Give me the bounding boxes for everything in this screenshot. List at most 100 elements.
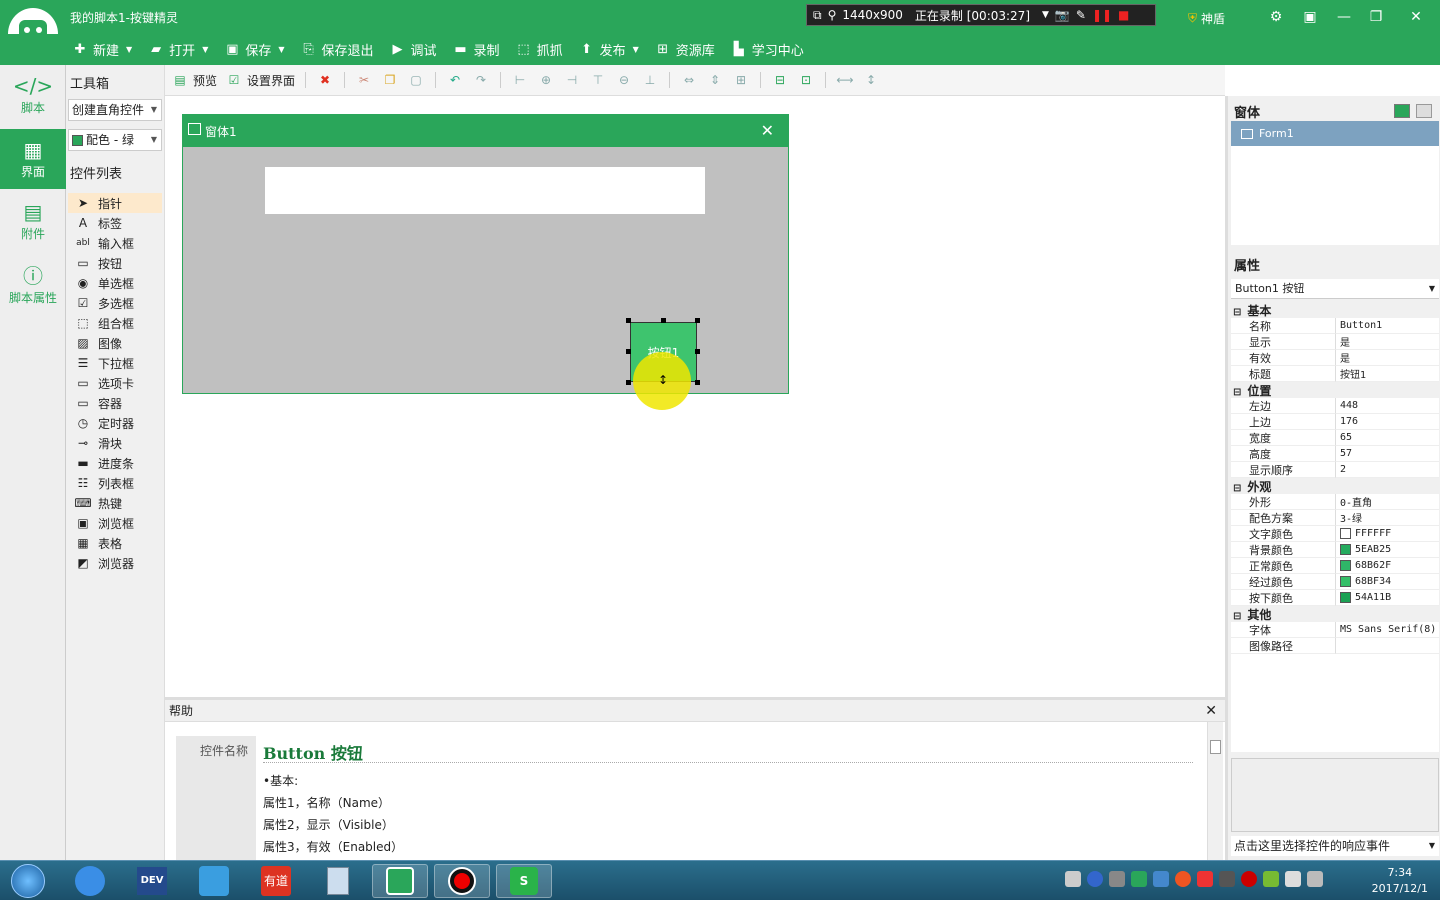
collapse-icon[interactable]: ⊟ [1233, 387, 1241, 398]
nvidia-icon[interactable] [1263, 871, 1279, 887]
control-item[interactable]: ▨ 图像 [68, 333, 162, 353]
space-h-icon[interactable]: ⟷ [836, 71, 854, 89]
resize-handle[interactable] [661, 318, 666, 323]
menu-resource[interactable]: ⊞ 资源库 [655, 40, 714, 59]
property-row[interactable]: 字体 MS Sans Serif(8) [1231, 622, 1439, 638]
network-icon[interactable] [1109, 871, 1125, 887]
delete-icon[interactable]: ✖ [316, 71, 334, 89]
property-row[interactable]: 背景颜色 5EAB25 [1231, 542, 1439, 558]
app-icon[interactable] [186, 864, 242, 898]
form-titlebar[interactable]: 窗体1 [183, 115, 788, 147]
devex-icon[interactable]: DEV [124, 864, 180, 898]
resize-handle[interactable] [626, 349, 631, 354]
align-top-icon[interactable]: ⊤ [589, 71, 607, 89]
box-icon[interactable] [1153, 871, 1169, 887]
property-value[interactable]: 68BF34 [1336, 574, 1439, 590]
dropdown-icon[interactable]: ▼ [1042, 10, 1049, 20]
control-item[interactable]: ⌨ 热键 [68, 493, 162, 513]
form-list-item[interactable]: Form1 [1231, 121, 1439, 146]
nav-ui[interactable]: ▦ 界面 [0, 129, 66, 189]
property-row[interactable]: 高度 57 [1231, 446, 1439, 462]
property-value[interactable]: 176 [1336, 414, 1439, 430]
collapse-icon[interactable]: ⊟ [1233, 483, 1241, 494]
settings-icon[interactable]: ⚙ [1263, 6, 1289, 28]
wps-icon[interactable]: S [496, 864, 552, 898]
redo-icon[interactable]: ↷ [472, 71, 490, 89]
property-row[interactable]: 文字颜色 FFFFFF [1231, 526, 1439, 542]
close-button[interactable]: ✕ [1403, 6, 1429, 28]
chrome-icon[interactable] [1175, 871, 1191, 887]
control-item[interactable]: abl 输入框 [68, 233, 162, 253]
same-width-icon[interactable]: ⇔ [680, 71, 698, 89]
control-item[interactable]: ▭ 选项卡 [68, 373, 162, 393]
control-item[interactable]: ◉ 单选框 [68, 273, 162, 293]
property-value[interactable]: Button1 [1336, 318, 1439, 334]
clock[interactable]: 7:34 2017/12/1 [1372, 865, 1428, 897]
property-row[interactable]: 左边 448 [1231, 398, 1439, 414]
same-size-icon[interactable]: ⊞ [732, 71, 750, 89]
monitor-icon[interactable] [1307, 871, 1323, 887]
paste-icon[interactable]: ▢ [407, 71, 425, 89]
control-item[interactable]: ◷ 定时器 [68, 413, 162, 433]
menu-publish[interactable]: ⬆ 发布 ▼ [579, 40, 639, 59]
resize-handle[interactable] [626, 318, 631, 323]
control-item[interactable]: ☰ 下拉框 [68, 353, 162, 373]
property-value[interactable]: 0-直角 [1336, 494, 1439, 510]
pause-icon[interactable]: ❚❚ [1092, 8, 1112, 22]
menu-learn[interactable]: ▙ 学习中心 [731, 40, 804, 59]
align-left-icon[interactable]: ⊢ [511, 71, 529, 89]
magnifier-icon[interactable]: ⚲ [828, 8, 837, 22]
resize-handle[interactable] [626, 380, 631, 385]
help-scrollbar[interactable] [1207, 722, 1223, 863]
help-close-icon[interactable]: ✕ [1205, 700, 1217, 722]
property-value[interactable]: 5EAB25 [1336, 542, 1439, 558]
property-row[interactable]: 标题 按钮1 [1231, 366, 1439, 382]
property-row[interactable]: 上边 176 [1231, 414, 1439, 430]
property-row[interactable]: 正常颜色 68B62F [1231, 558, 1439, 574]
skin-icon[interactable]: ▣ [1297, 6, 1323, 28]
start-button[interactable] [0, 864, 56, 898]
delete-form-icon[interactable] [1416, 104, 1432, 118]
property-value[interactable]: 2 [1336, 462, 1439, 478]
property-category[interactable]: ⊟ 位置 [1231, 382, 1439, 398]
control-item[interactable]: ➤ 指针 [68, 193, 162, 213]
center-h-icon[interactable]: ⊟ [771, 71, 789, 89]
record-tray-icon[interactable] [1241, 871, 1257, 887]
stop-icon[interactable]: ■ [1118, 8, 1129, 22]
property-row[interactable]: 名称 Button1 [1231, 318, 1439, 334]
menu-play[interactable]: ▶ 调试 [390, 40, 437, 59]
form-window[interactable]: 窗体1 ✕ 按钮1 [182, 114, 789, 394]
property-value[interactable]: FFFFFF [1336, 526, 1439, 542]
space-v-icon[interactable]: ↕ [862, 71, 880, 89]
property-value[interactable]: 按钮1 [1336, 366, 1439, 382]
property-value[interactable]: 54A11B [1336, 590, 1439, 606]
cut-icon[interactable]: ✂ [355, 71, 373, 89]
pen-icon[interactable]: ✎ [1076, 8, 1086, 22]
property-row[interactable]: 配色方案 3-绿 [1231, 510, 1439, 526]
property-category[interactable]: ⊟ 基本 [1231, 302, 1439, 318]
control-item[interactable]: ◩ 浏览器 [68, 553, 162, 573]
menu-save[interactable]: ▣ 保存 ▼ [224, 40, 284, 59]
control-select[interactable]: Button1 按钮 ▼ [1231, 279, 1439, 299]
preview-button[interactable]: ▤ 预览 [171, 71, 217, 89]
volume-icon[interactable] [1285, 871, 1301, 887]
property-row[interactable]: 按下颜色 54A11B [1231, 590, 1439, 606]
property-row[interactable]: 显示是 [1231, 334, 1439, 350]
control-item[interactable]: ⊸ 滑块 [68, 433, 162, 453]
camera-icon[interactable]: 📷 [1055, 8, 1070, 22]
nav-script[interactable]: </> 脚本 [0, 65, 66, 125]
sogou-tray-icon[interactable] [1197, 871, 1213, 887]
control-item[interactable]: ▬ 进度条 [68, 453, 162, 473]
control-item[interactable]: ▣ 浏览框 [68, 513, 162, 533]
nav-info[interactable]: ⓘ 脚本属性 [0, 255, 66, 315]
control-item[interactable]: ▦ 表格 [68, 533, 162, 553]
minimize-button[interactable]: — [1331, 6, 1357, 28]
control-item[interactable]: ☑ 多选框 [68, 293, 162, 313]
event-select[interactable]: 点击这里选择控件的响应事件 ▼ [1231, 836, 1439, 856]
control-item[interactable]: ▭ 容器 [68, 393, 162, 413]
help-icon[interactable] [1087, 871, 1103, 887]
property-row[interactable]: 有效是 [1231, 350, 1439, 366]
calculator-icon[interactable] [310, 864, 366, 898]
record-icon[interactable] [434, 864, 490, 898]
property-row[interactable]: 外形 0-直角 [1231, 494, 1439, 510]
